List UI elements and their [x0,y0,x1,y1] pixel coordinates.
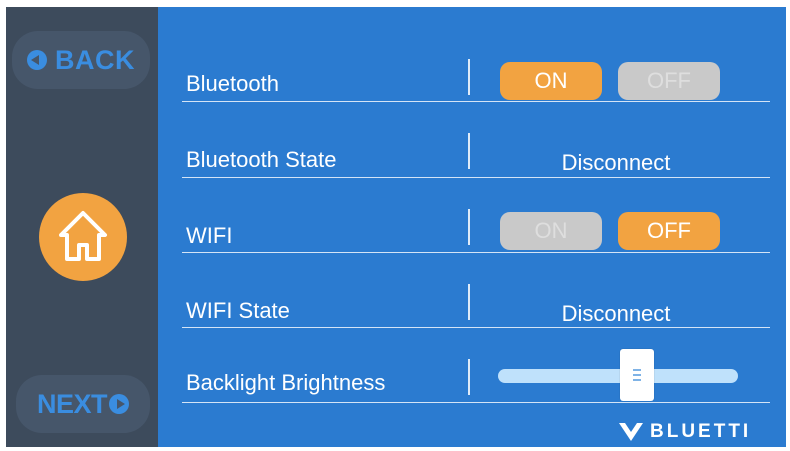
row-divider [468,359,470,395]
row-separator [182,402,770,403]
wifi-label: WIFI [186,223,233,248]
next-button-label: NEXT [36,388,108,419]
slider-grip-line [633,379,642,381]
row-separator [182,252,770,253]
row-divider [468,284,470,320]
bluetooth-state-label: Bluetooth State [186,147,337,172]
brand-name: BLUETTI [650,421,752,442]
next-button[interactable]: NEXT [16,375,150,433]
slider-grip-line [633,374,642,376]
row-divider [468,59,470,95]
bluetooth-state-value: Disconnect [561,150,671,175]
slider-grip-line [633,369,642,371]
home-button[interactable] [39,193,127,281]
wifi-off-toggle[interactable]: OFF [618,212,720,250]
row-separator [182,101,770,102]
row-divider [468,209,470,245]
row-separator [182,327,770,328]
wifi-state-value: Disconnect [561,301,671,326]
sidebar: BACK NEXT [6,7,158,447]
brand-logo: BLUETTI [618,421,751,443]
row-separator [182,177,770,178]
wifi-state-label: WIFI State [186,298,290,323]
brightness-slider-track[interactable] [498,369,738,383]
back-button[interactable]: BACK [12,31,150,89]
back-button-label: BACK [55,44,135,75]
wifi-on-toggle[interactable]: ON [500,212,602,250]
settings-screen: BACK NEXT Bluetooth ON OFF Bluetooth Sta… [6,7,786,447]
brightness-slider-thumb[interactable] [620,349,655,401]
back-arrow-icon [27,50,47,70]
bluetti-logo-icon [619,423,643,441]
bluetooth-label: Bluetooth [186,71,279,96]
bluetooth-on-toggle[interactable]: ON [500,62,602,100]
row-divider [468,133,470,169]
backlight-brightness-label: Backlight Brightness [186,370,386,395]
bluetooth-off-toggle[interactable]: OFF [618,62,720,100]
home-icon [59,211,107,261]
next-arrow-icon [109,394,129,414]
